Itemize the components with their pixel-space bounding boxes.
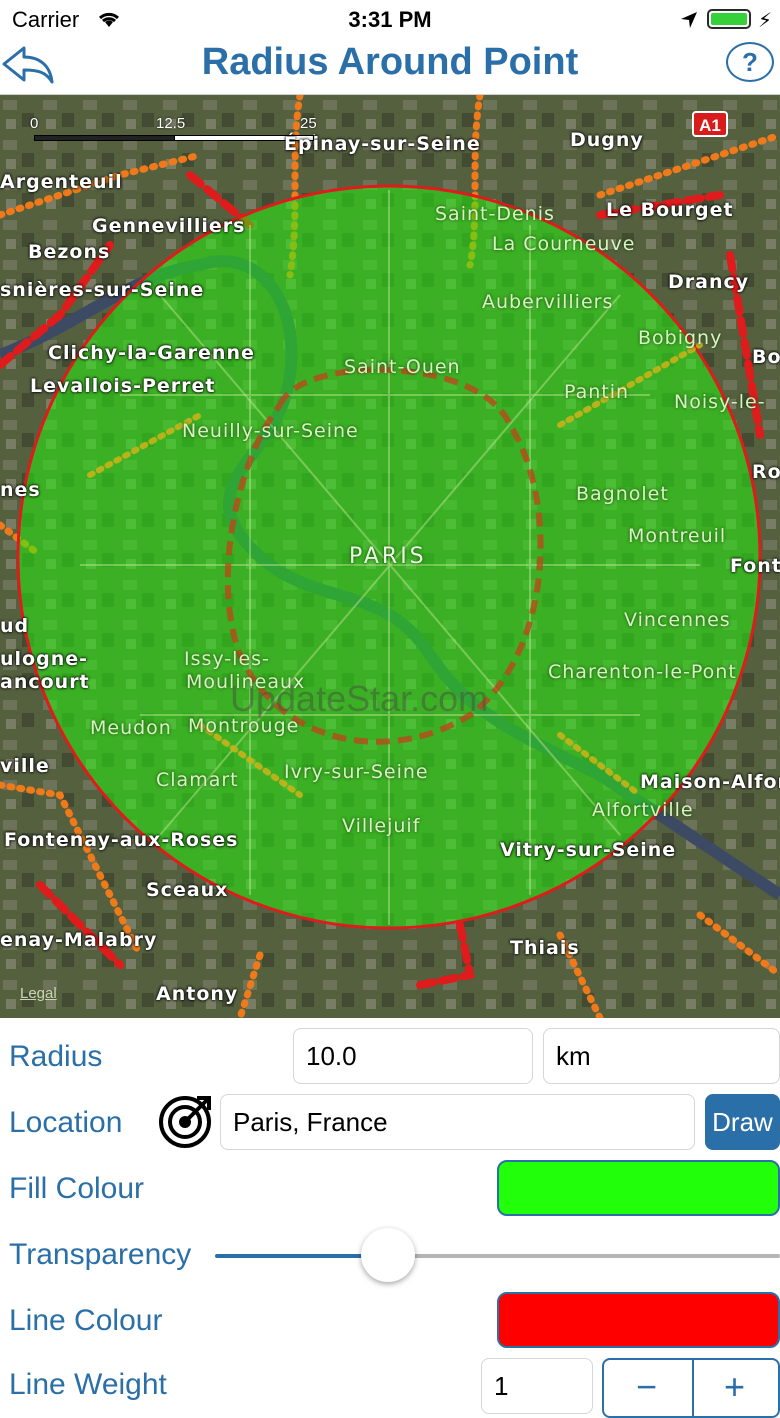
map-label: ville [0,755,50,777]
map-label: La Courneuve [492,233,635,255]
map-label: Issy-les- [184,648,270,670]
map-label: Vincennes [624,609,731,631]
map-label: Drancy [668,271,749,293]
map-label: ancourt [0,671,90,693]
map-label: Montreuil [628,525,726,547]
map-label: Saint-Denis [435,203,555,225]
location-input[interactable]: Paris, France [220,1094,695,1150]
increment-button[interactable]: + [724,1366,745,1408]
map-label: Bezons [28,241,110,263]
map-label: Pantin [564,381,629,403]
legal-link[interactable]: Legal [20,985,57,1002]
map-label: Neuilly-sur-Seine [182,420,359,442]
map-label: Vitry-sur-Seine [500,839,676,861]
charging-bolt-icon: ⚡ [758,8,772,33]
map-label: Meudon [90,717,172,739]
status-bar: Carrier 3:31 PM ⚡ [0,0,780,40]
map-label: enay-Malabry [0,929,157,951]
unit-select[interactable]: km [543,1028,780,1084]
map-label: Antony [156,983,238,1005]
transparency-label: Transparency [9,1238,191,1272]
map-label: Maison-Alfor [640,771,780,793]
map-label: Bobigny [638,327,722,349]
map-label: Argenteuil [0,171,123,193]
watermark: UpdateStar.com [230,678,488,720]
map-label: Épinay-sur-Seine [284,133,481,155]
current-location-icon[interactable] [157,1094,213,1150]
help-button[interactable]: ? [726,42,774,82]
map-label: Gennevilliers [92,215,245,237]
map-label: Ro [752,461,780,483]
map-label: Aubervilliers [482,291,613,313]
map-label: Alfortville [592,799,694,821]
map-view[interactable]: 0 12.5 25 mi A1 Épinay-sur-Seine Dugny A… [0,95,780,1018]
map-label: Bagnolet [576,483,669,505]
radius-input[interactable]: 10.0 [293,1028,533,1084]
clock: 3:31 PM [0,7,780,33]
map-label: ulogne- [0,648,88,670]
page-title: Radius Around Point [0,40,780,94]
radius-label: Radius [9,1040,102,1074]
map-label: Villejuif [342,815,420,837]
road-shield: A1 [692,111,728,137]
line-weight-stepper: − + [602,1358,780,1418]
navigation-bar: Radius Around Point ? [0,40,780,95]
decrement-button[interactable]: − [636,1366,657,1408]
map-label: Thiais [510,937,580,959]
line-colour-swatch[interactable] [497,1292,780,1348]
transparency-slider-thumb[interactable] [361,1228,415,1282]
map-label: snières-sur-Seine [0,279,204,301]
transparency-slider-track[interactable] [388,1254,780,1258]
map-label: ud [0,615,29,637]
map-label: Ivry-sur-Seine [284,761,429,783]
map-label: Charenton-le-Pont [548,661,737,683]
settings-form: Radius 10.0 km Location Paris, France Dr… [0,1018,780,1387]
map-label: Bo [752,346,780,368]
map-label: Levallois-Perret [30,375,216,397]
fill-colour-swatch[interactable] [497,1160,780,1216]
map-label: Font [730,555,780,577]
line-weight-label: Line Weight [9,1368,167,1402]
location-arrow-icon [680,11,698,29]
map-label: Saint-Ouen [344,356,461,378]
draw-button[interactable]: Draw [705,1094,780,1150]
map-label: Sceaux [146,879,228,901]
map-label: Noisy-le- [674,391,766,413]
map-label: nes [0,479,41,501]
map-label: Fontenay-aux-Roses [4,829,238,851]
line-weight-input[interactable]: 1 [481,1358,593,1414]
location-label: Location [9,1106,122,1140]
map-label: Clichy-la-Garenne [48,342,255,364]
battery-icon [707,9,751,29]
line-colour-label: Line Colour [9,1304,162,1338]
map-label: PARIS [349,544,427,569]
map-label: Le Bourget [606,199,734,221]
map-label: Clamart [156,769,239,791]
fill-colour-label: Fill Colour [9,1172,144,1206]
map-label: Dugny [570,129,644,151]
